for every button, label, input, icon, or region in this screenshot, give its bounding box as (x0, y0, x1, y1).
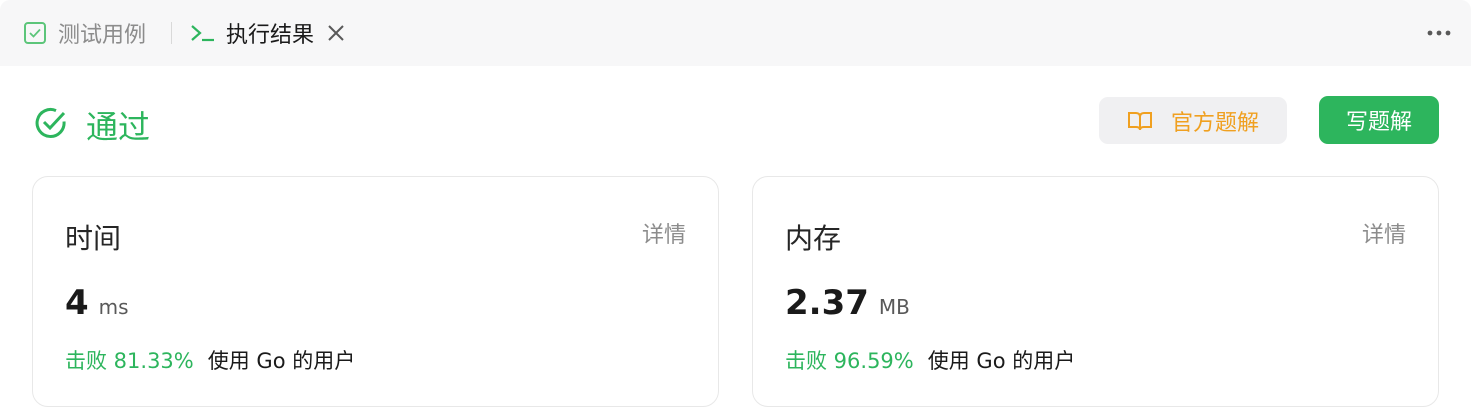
runtime-value: 4 (65, 283, 89, 323)
memory-beat-suffix: 使用 Go 的用户 (927, 349, 1076, 373)
result-status: 通过 (34, 102, 150, 148)
runtime-beat-suffix: 使用 Go 的用户 (207, 349, 356, 373)
memory-metric: 2.37 MB (785, 283, 910, 323)
memory-title: 内存 (785, 222, 842, 255)
close-icon[interactable] (326, 23, 346, 43)
tab-run-result-label: 执行结果 (226, 23, 315, 48)
tab-run-result[interactable]: 执行结果 (190, 17, 346, 49)
official-solution-button[interactable]: 官方题解 (1099, 97, 1287, 144)
memory-beat-percent: 击败 96.59% (785, 349, 914, 373)
runtime-metric: 4 ms (65, 283, 129, 323)
memory-beat: 击败 96.59% 使用 Go 的用户 (785, 345, 1075, 375)
tab-divider (171, 22, 172, 44)
panel-tab-bar: 测试用例 执行结果 (0, 0, 1471, 66)
tab-test-cases-label: 测试用例 (58, 23, 147, 48)
memory-value: 2.37 (785, 283, 869, 323)
tab-test-cases[interactable]: 测试用例 (24, 17, 146, 49)
checkbox-icon (24, 22, 46, 44)
runtime-unit: ms (98, 295, 129, 319)
check-circle-icon (34, 106, 68, 144)
terminal-icon (190, 23, 216, 43)
write-solution-label: 写题解 (1345, 110, 1412, 135)
more-horizontal-icon[interactable] (1425, 22, 1453, 44)
status-label: 通过 (86, 108, 151, 146)
runtime-beat: 击败 81.33% 使用 Go 的用户 (65, 345, 355, 375)
official-solution-label: 官方题解 (1170, 110, 1259, 136)
runtime-title: 时间 (65, 222, 122, 255)
runtime-beat-percent: 击败 81.33% (65, 349, 194, 373)
write-solution-button[interactable]: 写题解 (1319, 96, 1439, 144)
memory-unit: MB (878, 295, 910, 319)
book-icon (1127, 111, 1152, 130)
runtime-card: 时间 详情 4 ms 击败 81.33% 使用 Go 的用户 (32, 176, 719, 407)
runtime-detail-link[interactable]: 详情 (642, 217, 686, 249)
memory-detail-link[interactable]: 详情 (1362, 217, 1406, 249)
memory-card: 内存 详情 2.37 MB 击败 96.59% 使用 Go 的用户 (752, 176, 1439, 407)
